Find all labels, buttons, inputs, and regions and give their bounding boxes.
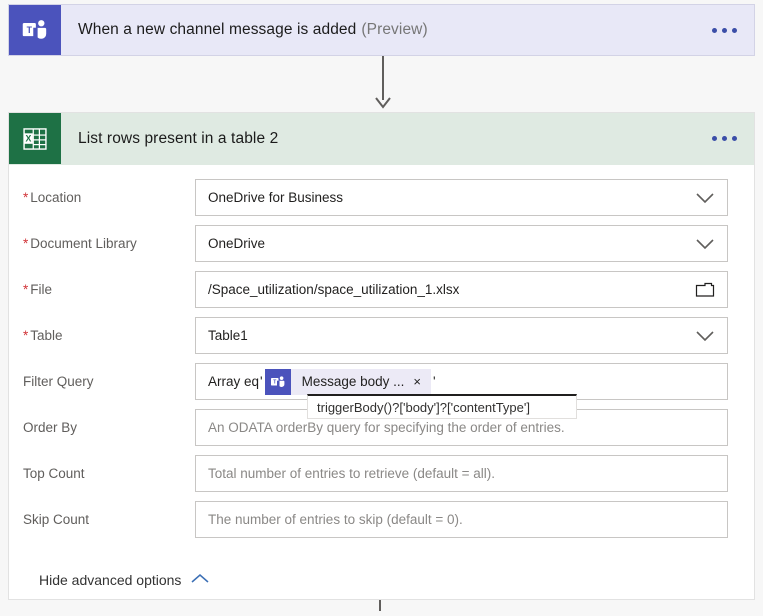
hide-advanced-options-button[interactable]: Hide advanced options [9,571,754,589]
skip-count-placeholder: The number of entries to skip (default =… [208,512,463,527]
chevron-down-icon[interactable] [695,180,715,215]
required-asterisk: * [23,190,29,205]
teams-icon: T [9,5,61,55]
chevron-up-icon[interactable] [190,571,210,589]
label-document-library: * Document Library [23,236,137,251]
form-row-top-count: Top Count Total number of entries to ret… [9,455,754,501]
label-filter-query: Filter Query [23,374,94,389]
label-file: * File [23,282,53,297]
token-expression-tooltip: triggerBody()?['body']?['contentType'] [307,394,577,419]
connector-arrow [372,56,394,112]
form-row-document-library: * Document Library OneDrive [9,225,754,271]
trigger-more-menu-button[interactable] [694,5,754,55]
trigger-title-text: When a new channel message is added [78,21,357,38]
form-row-location: * Location OneDrive for Business [9,179,754,225]
skip-count-input[interactable]: The number of entries to skip (default =… [195,501,728,538]
table-value: Table1 [208,328,248,343]
ellipsis-dot [731,27,737,33]
action-title-text: List rows present in a table 2 [78,129,279,147]
svg-text:T: T [273,379,276,385]
filter-open-quote: ' [260,374,263,389]
form-row-table: * Table Table1 [9,317,754,363]
document-library-dropdown[interactable]: OneDrive [195,225,728,262]
label-location: * Location [23,190,82,205]
filter-close-quote: ' [433,374,436,389]
action-form: * Location OneDrive for Business * Documen… [9,165,754,589]
required-asterisk: * [23,328,29,343]
chevron-down-icon[interactable] [695,226,715,261]
ellipsis-dot [711,136,717,141]
excel-icon: X [9,113,61,164]
token-label: Message body ... [301,374,405,389]
trigger-title: When a new channel message is added (Pre… [61,5,694,55]
file-value: /Space_utilization/space_utilization_1.x… [208,282,460,297]
filter-query-prefix: Array eq [208,374,260,389]
action-card-header[interactable]: X List rows present in a table 2 [9,113,754,165]
order-by-placeholder: An ODATA orderBy query for specifying th… [208,420,565,435]
action-card[interactable]: X List rows present in a table 2 * Locati… [8,112,755,600]
trigger-preview-badge: (Preview) [361,21,428,38]
chevron-down-icon[interactable] [695,318,715,353]
hide-advanced-options-label: Hide advanced options [39,572,182,588]
svg-text:X: X [26,133,32,143]
dynamic-content-token[interactable]: T Message body ... × [264,368,432,395]
folder-picker-icon[interactable] [695,272,715,307]
ellipsis-dot [731,136,737,141]
top-count-placeholder: Total number of entries to retrieve (def… [208,466,496,481]
ellipsis-dot [721,27,727,33]
trigger-card[interactable]: T When a new channel message is added (P… [8,4,755,56]
teams-icon: T [264,368,291,395]
label-table: * Table [23,328,63,343]
location-dropdown[interactable]: OneDrive for Business [195,179,728,216]
filter-query-input[interactable]: Array eq ' T Message body ... × ' trigge… [195,363,728,419]
top-count-input[interactable]: Total number of entries to retrieve (def… [195,455,728,492]
table-dropdown[interactable]: Table1 [195,317,728,354]
form-row-skip-count: Skip Count The number of entries to skip… [9,501,754,547]
form-row-filter-query: Filter Query Array eq ' T Message body .… [9,363,754,419]
connector-stub-bottom [372,600,388,616]
required-asterisk: * [23,282,29,297]
location-value: OneDrive for Business [208,190,344,205]
form-row-file: * File /Space_utilization/space_utilizati… [9,271,754,317]
token-remove-button[interactable]: × [413,375,431,388]
required-asterisk: * [23,236,29,251]
file-input[interactable]: /Space_utilization/space_utilization_1.x… [195,271,728,308]
svg-text:T: T [27,25,33,35]
label-top-count: Top Count [23,466,85,481]
ellipsis-dot [711,27,717,33]
flow-designer-canvas: T When a new channel message is added (P… [0,0,763,616]
label-order-by: Order By [23,420,78,435]
label-skip-count: Skip Count [23,512,90,527]
document-library-value: OneDrive [208,236,266,251]
filter-query-content: Array eq ' T Message body ... × ' [208,368,437,395]
action-title: List rows present in a table 2 [61,113,694,164]
action-more-menu-button[interactable] [694,113,754,164]
ellipsis-dot [721,136,727,141]
